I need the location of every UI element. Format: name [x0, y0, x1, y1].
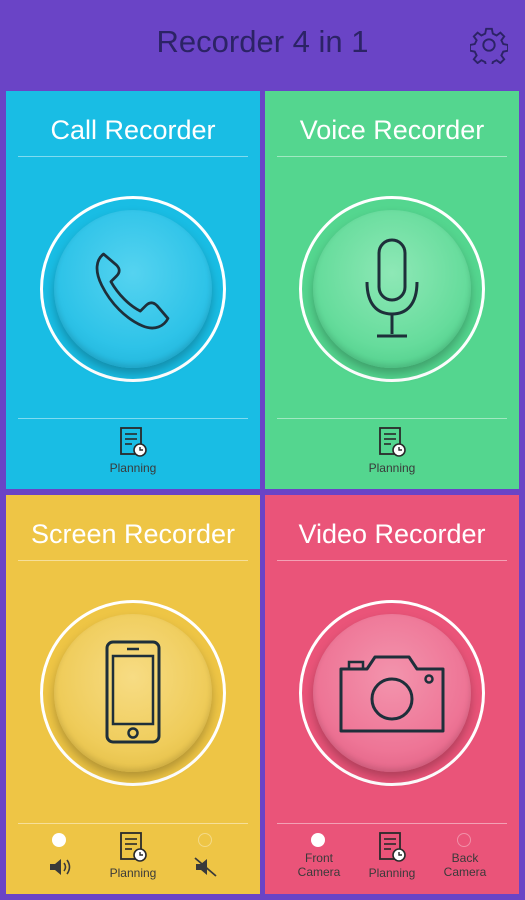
voice-record-button[interactable] — [313, 210, 471, 368]
front-camera-label[interactable]: Front Camera — [279, 851, 359, 879]
app-title: Recorder 4 in 1 — [156, 24, 369, 59]
divider — [277, 560, 507, 561]
front-camera-radio[interactable] — [311, 833, 325, 847]
divider — [18, 418, 248, 419]
planning-icon — [379, 832, 406, 862]
planning-icon — [379, 427, 406, 457]
sound-on-radio[interactable] — [52, 833, 66, 847]
sound-off-icon[interactable] — [194, 857, 218, 877]
divider — [277, 156, 507, 157]
back-camera-radio[interactable] — [457, 833, 471, 847]
divider — [18, 823, 248, 824]
phone-handset-icon — [95, 252, 170, 330]
front-camera-line2: Camera — [297, 865, 341, 879]
call-planning-button[interactable]: Planning — [93, 426, 173, 475]
divider — [18, 156, 248, 157]
divider — [277, 418, 507, 419]
screen-recorder-title: Screen Recorder — [30, 519, 236, 549]
microphone-icon — [365, 238, 419, 338]
video-planning-button[interactable]: Planning — [352, 831, 432, 880]
planning-icon — [120, 427, 147, 457]
back-camera-label[interactable]: Back Camera — [425, 851, 505, 879]
camera-icon — [339, 655, 445, 733]
front-camera-line1: Front — [304, 851, 333, 865]
voice-recorder-title: Voice Recorder — [299, 115, 485, 145]
video-recorder-title: Video Recorder — [298, 519, 486, 549]
screen-recorder-card[interactable]: Screen Recorder Planning — [6, 495, 260, 894]
divider — [18, 560, 248, 561]
call-record-button[interactable] — [54, 210, 212, 368]
sound-off-radio[interactable] — [198, 833, 212, 847]
screen-planning-button[interactable]: Planning — [93, 831, 173, 880]
call-recorder-title: Call Recorder — [50, 115, 216, 145]
planning-icon — [120, 832, 147, 862]
sound-on-icon[interactable] — [48, 857, 72, 877]
back-camera-line2: Camera — [443, 865, 487, 879]
app-header: Recorder 4 in 1 — [0, 0, 525, 85]
voice-planning-button[interactable]: Planning — [352, 426, 432, 475]
voice-planning-label: Planning — [368, 461, 416, 475]
screen-planning-label: Planning — [109, 866, 157, 880]
call-planning-label: Planning — [109, 461, 157, 475]
smartphone-icon — [105, 640, 161, 744]
back-camera-line1: Back — [451, 851, 479, 865]
video-recorder-card[interactable]: Video Recorder Front Camera Planning Bac… — [265, 495, 519, 894]
video-record-button[interactable] — [313, 614, 471, 772]
gear-icon[interactable] — [470, 26, 508, 64]
divider — [277, 823, 507, 824]
call-recorder-card[interactable]: Call Recorder Planning — [6, 91, 260, 489]
screen-record-button[interactable] — [54, 614, 212, 772]
voice-recorder-card[interactable]: Voice Recorder Planning — [265, 91, 519, 489]
video-planning-label: Planning — [368, 866, 416, 880]
